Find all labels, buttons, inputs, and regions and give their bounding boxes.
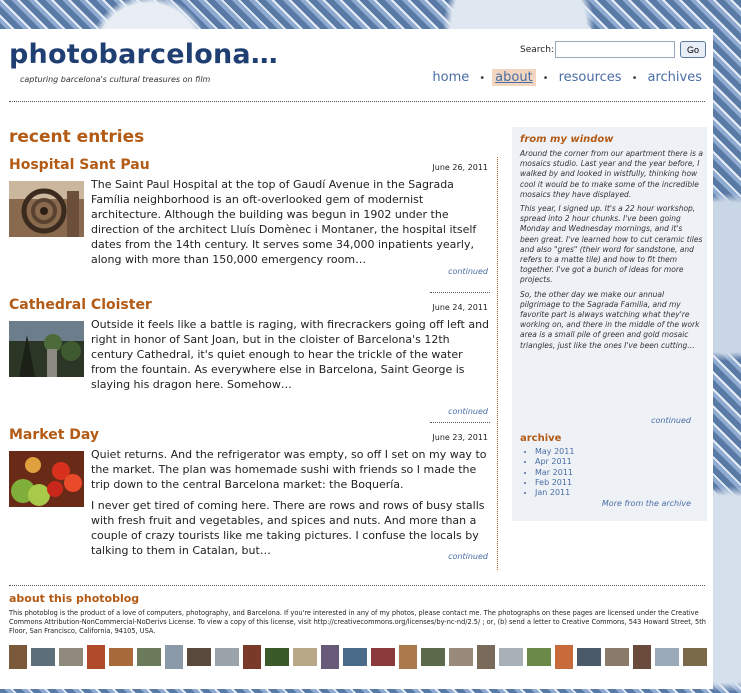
entry-paragraph: I never get tired of coming here. There … (91, 499, 485, 557)
entry-paragraph: Outside it feels like a battle is raging… (91, 318, 490, 391)
nav-separator: • (542, 73, 549, 84)
page-container: photobarcelona… capturing barcelona's cu… (0, 29, 713, 689)
entry-excerpt: Quiet returns. And the refrigerator was … (91, 447, 490, 564)
continued-link[interactable]: continued (448, 552, 488, 561)
strip-thumbnail-photo[interactable] (683, 648, 707, 666)
entry-date: June 23, 2011 (432, 433, 488, 442)
archive-item[interactable]: Apr 2011 (535, 457, 574, 467)
sidebar-paragraph: This year, I signed up. It's a 22 hour w… (520, 204, 703, 285)
strip-thumbnail-photo[interactable] (421, 648, 445, 666)
entry-title[interactable]: Hospital Sant Pau (9, 157, 150, 173)
entry-paragraph: The Saint Paul Hospital at the top of Ga… (91, 178, 477, 266)
strip-thumbnail-photo[interactable] (527, 648, 551, 666)
strip-thumbnail-photo[interactable] (655, 648, 679, 666)
nav-separator: • (631, 73, 638, 84)
search-input[interactable] (555, 41, 675, 58)
strip-thumbnail-photo[interactable] (321, 645, 339, 669)
entry-divider (430, 292, 490, 293)
strip-thumbnail-photo[interactable] (605, 648, 629, 666)
strip-thumbnail-photo[interactable] (9, 645, 27, 669)
strip-thumbnail-photo[interactable] (109, 648, 133, 666)
search-label: Search: (520, 45, 554, 55)
photo-thumbnail-strip (9, 644, 709, 670)
strip-thumbnail-photo[interactable] (243, 645, 261, 669)
archive-item[interactable]: Feb 2011 (535, 478, 574, 488)
archive-list: May 2011 Apr 2011 Mar 2011 Feb 2011 Jan … (520, 447, 574, 498)
entry-date: June 26, 2011 (432, 163, 488, 172)
strip-thumbnail-photo[interactable] (449, 648, 473, 666)
entry-excerpt: The Saint Paul Hospital at the top of Ga… (91, 177, 490, 273)
entry-hospital-sant-pau: Hospital Sant Pau June 26, 2011 The Sain… (9, 157, 490, 279)
site-title[interactable]: photobarcelona… (9, 39, 278, 70)
strip-thumbnail-photo[interactable] (555, 645, 573, 669)
strip-thumbnail-photo[interactable] (31, 648, 55, 666)
strip-thumbnail-photo[interactable] (59, 648, 83, 666)
strip-thumbnail-photo[interactable] (499, 648, 523, 666)
entry-thumbnail-photo[interactable] (9, 181, 84, 237)
site-tagline: capturing barcelona's cultural treasures… (20, 75, 211, 84)
archive-item[interactable]: Jan 2011 (535, 488, 574, 498)
continued-link[interactable]: continued (448, 267, 488, 276)
recent-entries-heading: recent entries (9, 127, 145, 147)
strip-thumbnail-photo[interactable] (577, 648, 601, 666)
strip-thumbnail-photo[interactable] (371, 648, 395, 666)
strip-thumbnail-photo[interactable] (165, 645, 183, 669)
strip-thumbnail-photo[interactable] (87, 645, 105, 669)
strip-thumbnail-photo[interactable] (399, 645, 417, 669)
strip-thumbnail-photo[interactable] (293, 648, 317, 666)
nav-home[interactable]: home (429, 69, 472, 86)
nav-resources[interactable]: resources (556, 69, 625, 86)
entry-title[interactable]: Market Day (9, 427, 99, 443)
from-my-window-heading: from my window (520, 134, 614, 145)
sidebar-paragraph: Around the corner from our apartment the… (520, 149, 703, 199)
search-go-button[interactable]: Go (680, 41, 706, 58)
sidebar: from my window Around the corner from ou… (512, 127, 707, 521)
footer-divider (9, 585, 705, 586)
entry-thumbnail-photo[interactable] (9, 321, 84, 377)
about-photoblog-heading: about this photoblog (9, 592, 140, 605)
archive-heading: archive (520, 433, 562, 444)
nav-about[interactable]: about (492, 69, 536, 86)
content-divider (497, 157, 498, 570)
entry-thumbnail-photo[interactable] (9, 451, 84, 507)
entry-paragraph: Quiet returns. And the refrigerator was … (91, 448, 487, 491)
sidebar-continued-link[interactable]: continued (651, 416, 691, 425)
archive-item[interactable]: Mar 2011 (535, 468, 574, 478)
entry-market-day: Market Day June 23, 2011 Quiet returns. … (9, 427, 490, 564)
entry-divider (430, 422, 490, 423)
main-nav: home • about • resources • archives (429, 69, 706, 86)
entry-cathedral-cloister: Cathedral Cloister June 24, 2011 Outside… (9, 297, 490, 419)
strip-thumbnail-photo[interactable] (265, 648, 289, 666)
strip-thumbnail-photo[interactable] (633, 645, 651, 669)
header-divider (9, 101, 705, 102)
strip-thumbnail-photo[interactable] (187, 648, 211, 666)
nav-separator: • (479, 73, 486, 84)
entry-date: June 24, 2011 (432, 303, 488, 312)
archive-item[interactable]: May 2011 (535, 447, 574, 457)
about-photoblog-text: This photoblog is the product of a love … (9, 609, 706, 635)
strip-thumbnail-photo[interactable] (477, 645, 495, 669)
sidebar-paragraph: So, the other day we make our annual pil… (520, 289, 700, 350)
strip-thumbnail-photo[interactable] (343, 648, 367, 666)
entry-title[interactable]: Cathedral Cloister (9, 297, 152, 313)
strip-thumbnail-photo[interactable] (215, 648, 239, 666)
more-from-archive-link[interactable]: More from the archive (602, 499, 691, 508)
continued-link[interactable]: continued (448, 407, 488, 416)
strip-thumbnail-photo[interactable] (137, 648, 161, 666)
entry-excerpt: Outside it feels like a battle is raging… (91, 317, 490, 398)
nav-archives[interactable]: archives (645, 69, 706, 86)
from-my-window-text: Around the corner from our apartment the… (520, 149, 703, 355)
